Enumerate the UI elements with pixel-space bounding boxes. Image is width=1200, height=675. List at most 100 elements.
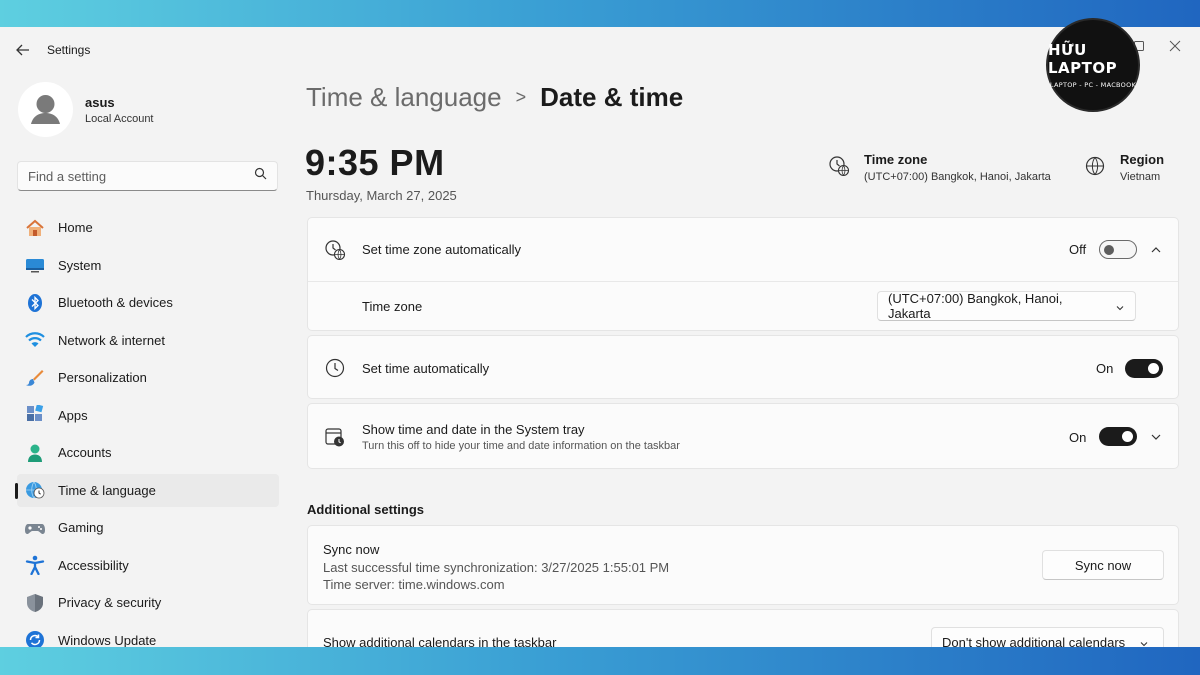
clock-icon — [324, 357, 346, 379]
sidebar-item-label: Personalization — [58, 370, 147, 385]
gamepad-icon — [25, 518, 45, 538]
sidebar-item-gaming[interactable]: Gaming — [17, 511, 279, 544]
clock-globe-icon — [324, 239, 346, 261]
sidebar-item-time-language[interactable]: Time & language — [15, 473, 279, 507]
search-icon[interactable] — [254, 167, 267, 185]
sidebar-item-windows-update[interactable]: Windows Update — [17, 624, 279, 648]
timezone-title: Time zone — [864, 152, 928, 167]
watermark-logo: HỮU LAPTOP LAPTOP - PC - MACBOOK — [1046, 18, 1140, 112]
apps-icon — [25, 405, 45, 425]
current-date: Thursday, March 27, 2025 — [306, 188, 457, 203]
shield-icon — [25, 593, 45, 613]
sidebar-item-label: Bluetooth & devices — [58, 295, 173, 310]
time-auto-row[interactable]: Set time automatically On — [308, 336, 1178, 400]
search-input[interactable] — [28, 168, 254, 184]
brush-icon — [25, 368, 45, 388]
tz-auto-toggle[interactable] — [1099, 240, 1137, 259]
sidebar-item-label: Windows Update — [58, 632, 157, 648]
time-server-text: Time server: time.windows.com — [323, 577, 505, 592]
timezone-value: (UTC+07:00) Bangkok, Hanoi, Jakarta — [864, 171, 1051, 183]
close-icon[interactable] — [1160, 33, 1190, 59]
sidebar-item-label: Privacy & security — [58, 595, 162, 610]
chevron-down-icon[interactable] — [1149, 430, 1163, 444]
sidebar-item-home[interactable]: Home — [17, 211, 279, 244]
sidebar-item-bluetooth[interactable]: Bluetooth & devices — [17, 286, 279, 319]
timezone-info: Time zone (UTC+07:00) Bangkok, Hanoi, Ja… — [828, 152, 1051, 183]
sidebar-item-privacy[interactable]: Privacy & security — [17, 586, 279, 619]
back-arrow-icon[interactable] — [12, 39, 34, 61]
time-auto-label: Set time automatically — [362, 360, 490, 376]
time-auto-toggle[interactable] — [1125, 359, 1163, 378]
system-tray-description: Turn this off to hide your time and date… — [362, 440, 680, 452]
settings-window: Settings asus Local Account Find a setti… — [0, 27, 1200, 647]
sync-card: Sync now Last successful time synchroniz… — [307, 525, 1179, 605]
chevron-down-icon — [1115, 301, 1125, 311]
sidebar-item-network[interactable]: Network & internet — [17, 324, 279, 357]
calendars-card: Show additional calendars in the taskbar… — [307, 609, 1179, 647]
clock-globe-icon — [828, 155, 852, 179]
system-icon — [25, 255, 45, 275]
page-title: Date & time — [540, 82, 684, 112]
profile-account-type: Local Account — [85, 112, 154, 125]
accounts-icon — [25, 443, 45, 463]
time-auto-card: Set time automatically On — [307, 335, 1179, 399]
logo-sub-text: LAPTOP - PC - MACBOOK — [1049, 81, 1137, 89]
user-profile[interactable]: asus Local Account — [18, 82, 154, 137]
sidebar-item-accessibility[interactable]: Accessibility — [17, 549, 279, 582]
sidebar-item-label: Accounts — [58, 445, 112, 460]
chevron-up-icon[interactable] — [1149, 243, 1163, 257]
app-title: Settings — [47, 43, 91, 57]
logo-main-text: HỮU LAPTOP — [1048, 41, 1118, 77]
calendars-dropdown-value: Don't show additional calendars — [942, 634, 1126, 648]
tz-select-row: Time zone (UTC+07:00) Bangkok, Hanoi, Ja… — [308, 282, 1178, 330]
timezone-auto-card: Set time zone automatically Off Time zon… — [307, 217, 1179, 331]
region-value: Vietnam — [1120, 171, 1161, 183]
sidebar-item-label: System — [58, 257, 102, 273]
sidebar-item-label: Network & internet — [58, 332, 165, 348]
last-sync-text: Last successful time synchronization: 3/… — [323, 559, 670, 575]
globe-clock-icon — [25, 480, 45, 500]
sidebar-item-apps[interactable]: Apps — [17, 399, 279, 432]
calendars-dropdown[interactable]: Don't show additional calendars — [931, 627, 1164, 647]
sidebar-item-personalization[interactable]: Personalization — [17, 361, 279, 394]
sidebar-item-label: Apps — [58, 407, 88, 423]
bluetooth-icon — [25, 293, 45, 313]
background-frame — [0, 647, 1200, 675]
sidebar-item-label: Time & language — [58, 482, 156, 498]
tz-auto-state: Off — [1069, 242, 1087, 257]
tz-auto-row[interactable]: Set time zone automatically Off — [308, 218, 1178, 282]
sidebar-item-label: Gaming — [58, 520, 104, 535]
additional-settings-heading: Additional settings — [307, 502, 424, 517]
current-time: 9:35 PM — [305, 142, 445, 183]
system-tray-label: Show time and date in the System tray — [362, 422, 585, 437]
system-tray-card: Show time and date in the System tray Tu… — [307, 403, 1179, 469]
avatar — [18, 82, 73, 137]
sidebar-item-accounts[interactable]: Accounts — [17, 436, 279, 469]
timezone-dropdown-value: (UTC+07:00) Bangkok, Hanoi, Jakarta — [888, 291, 1063, 321]
sidebar-item-system[interactable]: System — [17, 249, 279, 282]
system-tray-toggle[interactable] — [1099, 427, 1137, 446]
breadcrumb-separator: > — [515, 87, 527, 107]
system-tray-state: On — [1069, 429, 1087, 445]
sync-now-button[interactable]: Sync now — [1042, 550, 1164, 580]
calendars-label: Show additional calendars in the taskbar — [323, 635, 557, 647]
update-icon — [25, 630, 45, 647]
search-box — [17, 161, 278, 191]
chevron-down-icon — [1139, 637, 1149, 647]
sync-label: Sync now — [323, 542, 380, 557]
breadcrumb-parent[interactable]: Time & language — [306, 82, 502, 113]
system-tray-row[interactable]: Show time and date in the System tray Tu… — [308, 404, 1178, 470]
title-bar: Settings — [0, 27, 1200, 71]
region-info: Region Vietnam — [1084, 152, 1164, 183]
tz-select-label: Time zone — [362, 298, 423, 314]
calendar-clock-icon — [324, 426, 346, 448]
breadcrumb: Time & language > Date & time — [306, 82, 683, 113]
sidebar-item-label: Accessibility — [58, 557, 129, 573]
tz-auto-label: Set time zone automatically — [362, 242, 521, 257]
time-auto-state: On — [1096, 360, 1114, 376]
accessibility-icon — [25, 555, 45, 575]
sidebar-item-label: Home — [58, 220, 93, 235]
home-icon — [25, 218, 45, 238]
profile-name: asus — [85, 94, 115, 110]
timezone-dropdown[interactable]: (UTC+07:00) Bangkok, Hanoi, Jakarta — [877, 291, 1136, 321]
